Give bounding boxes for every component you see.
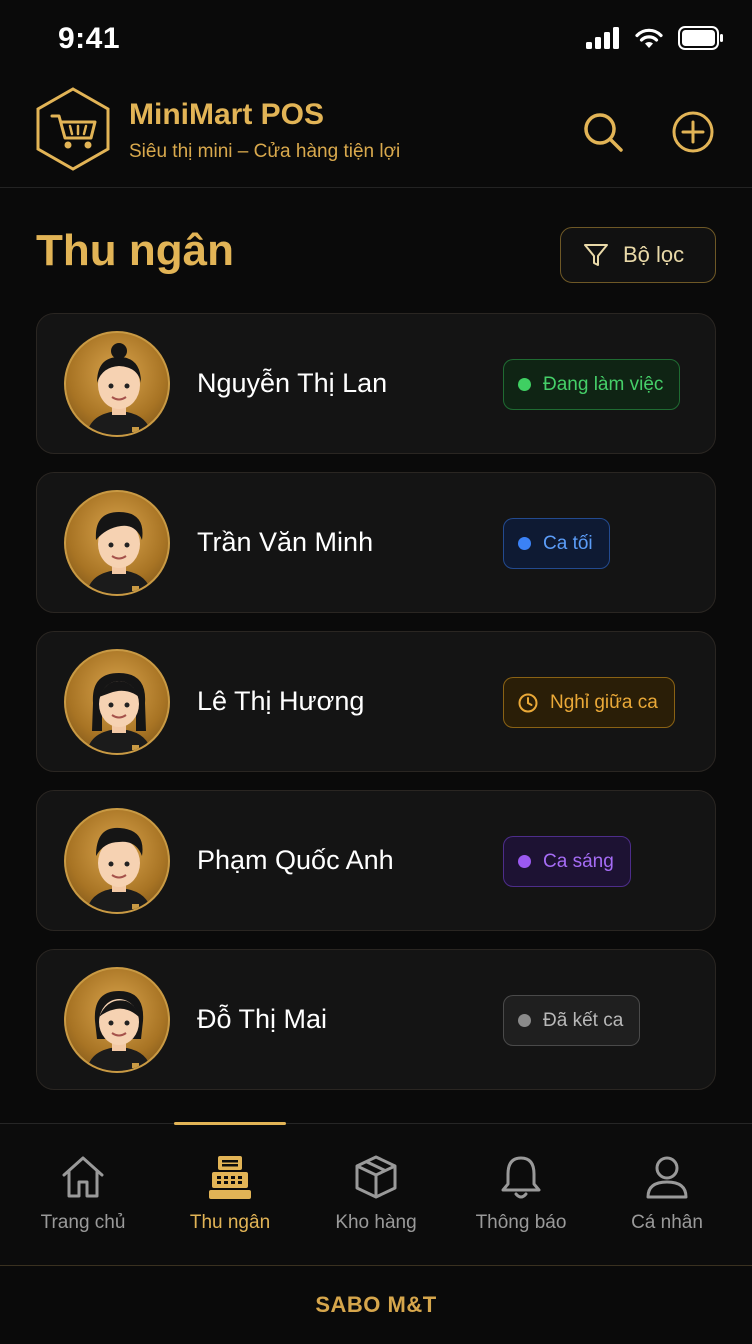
status-label: Ca tối <box>543 532 593 554</box>
app-header: MiniMart POS Siêu thị mini – Cửa hàng ti… <box>0 80 752 188</box>
bell-icon <box>501 1156 541 1199</box>
bottom-nav: Trang chủ Thu ngân Kho hàng Thông báo Cá… <box>0 1122 752 1265</box>
avatar <box>64 808 170 914</box>
avatar-illustration-icon <box>86 673 152 753</box>
status-label: Ca sáng <box>543 850 614 872</box>
status-label: Nghỉ giữa ca <box>550 691 658 713</box>
cashier-card[interactable]: Nguyễn Thị Lan Đang làm việc <box>36 313 716 454</box>
signal-icon <box>586 27 619 49</box>
page-title: Thu ngân <box>36 226 234 275</box>
cashier-name: Nguyễn Thị Lan <box>197 368 388 398</box>
nav-item-cashier[interactable]: Thu ngân <box>157 1124 303 1264</box>
cashier-card[interactable]: Lê Thị Hương Nghỉ giữa ca <box>36 631 716 772</box>
footer-brand: SABO M&T <box>315 1292 437 1317</box>
avatar <box>64 967 170 1073</box>
nav-label: Thông báo <box>475 1212 567 1233</box>
status-icons <box>586 26 724 50</box>
add-button[interactable] <box>669 108 717 156</box>
avatar-illustration-icon <box>86 827 152 912</box>
nav-label: Trang chủ <box>40 1212 126 1233</box>
nav-label: Thu ngân <box>189 1212 271 1233</box>
cashier-name: Trần Văn Minh <box>197 527 374 557</box>
footer: SABO M&T <box>0 1265 752 1344</box>
status-bar: 9:41 <box>0 0 752 80</box>
cashier-name: Lê Thị Hương <box>197 686 365 716</box>
cashier-card[interactable]: Trần Văn Minh Ca tối <box>36 472 716 613</box>
status-badge: Ca sáng <box>503 836 631 887</box>
status-badge: Đang làm việc <box>503 359 681 410</box>
cash-register-icon <box>209 1156 251 1199</box>
nav-label: Kho hàng <box>335 1212 417 1233</box>
cashier-name: Đỗ Thị Mai <box>197 1004 328 1034</box>
status-badge: Nghỉ giữa ca <box>503 677 675 728</box>
avatar-illustration-icon <box>86 512 152 594</box>
status-badge: Đã kết ca <box>503 995 641 1046</box>
nav-item-home[interactable]: Trang chủ <box>10 1124 156 1264</box>
avatar-illustration-icon <box>86 343 152 435</box>
avatar <box>64 490 170 596</box>
status-badge: Ca tối <box>503 518 610 569</box>
status-dot <box>518 855 531 868</box>
cashier-name: Phạm Quốc Anh <box>197 845 394 875</box>
app-subtitle: Siêu thị mini – Cửa hàng tiện lợi <box>129 141 401 162</box>
filter-icon <box>584 244 608 266</box>
status-dot <box>518 537 531 550</box>
search-button[interactable] <box>579 108 627 156</box>
filter-label: Bộ lọc <box>623 242 685 267</box>
nav-item-notifications[interactable]: Thông báo <box>448 1124 594 1264</box>
search-icon <box>584 113 623 152</box>
status-dot <box>518 378 531 391</box>
status-label: Đang làm việc <box>543 373 664 395</box>
clock-icon <box>518 693 538 712</box>
cart-logo-icon <box>36 87 110 171</box>
avatar <box>64 331 170 437</box>
filter-button[interactable]: Bộ lọc <box>560 227 716 283</box>
wifi-icon <box>635 28 663 48</box>
status-time: 9:41 <box>58 22 121 55</box>
nav-label: Cá nhân <box>631 1212 703 1233</box>
home-icon <box>62 1156 104 1198</box>
cashier-card[interactable]: Đỗ Thị Mai Đã kết ca <box>36 949 716 1090</box>
status-label: Đã kết ca <box>543 1009 624 1031</box>
cashier-card[interactable]: Phạm Quốc Anh Ca sáng <box>36 790 716 931</box>
box-icon <box>355 1155 397 1199</box>
avatar <box>64 649 170 755</box>
plus-circle-icon <box>672 111 714 153</box>
nav-item-profile[interactable]: Cá nhân <box>594 1124 740 1264</box>
nav-item-inventory[interactable]: Kho hàng <box>303 1124 449 1264</box>
user-icon <box>646 1156 688 1199</box>
avatar-illustration-icon <box>86 991 152 1071</box>
status-dot <box>518 1014 531 1027</box>
app-title: MiniMart POS <box>129 98 325 131</box>
battery-icon <box>678 26 723 50</box>
